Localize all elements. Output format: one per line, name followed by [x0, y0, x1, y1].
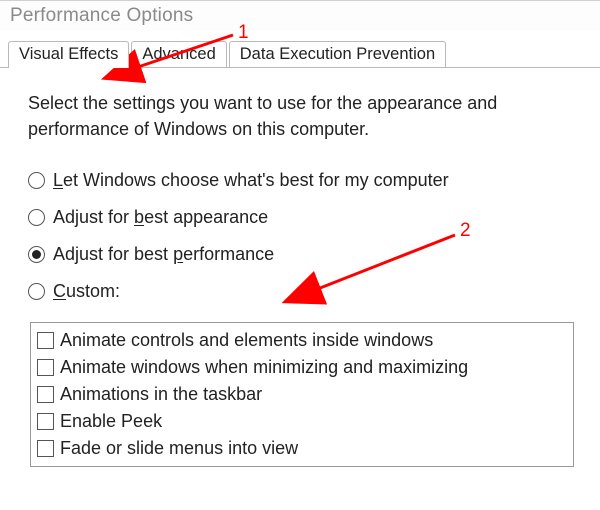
- tab-visual-effects[interactable]: Visual Effects: [8, 41, 129, 68]
- radio-best-performance[interactable]: Adjust for best performance: [28, 244, 584, 265]
- radio-label: Let Windows choose what's best for my co…: [53, 170, 449, 191]
- checkbox-icon: [37, 440, 54, 457]
- radio-let-windows-choose[interactable]: Let Windows choose what's best for my co…: [28, 170, 584, 191]
- radio-label: Custom:: [53, 281, 120, 302]
- list-item-label: Animate controls and elements inside win…: [60, 327, 433, 354]
- tab-panel-visual-effects: Select the settings you want to use for …: [0, 68, 600, 467]
- checkbox-icon: [37, 332, 54, 349]
- window-title: Performance Options: [0, 0, 600, 32]
- list-item[interactable]: Animations in the taskbar: [37, 381, 573, 408]
- radio-icon: [28, 172, 45, 189]
- list-item[interactable]: Animate controls and elements inside win…: [37, 327, 573, 354]
- tabstrip: Visual Effects Advanced Data Execution P…: [0, 38, 600, 68]
- radio-icon: [28, 283, 45, 300]
- list-item-label: Fade or slide menus into view: [60, 435, 298, 462]
- list-item[interactable]: Animate windows when minimizing and maxi…: [37, 354, 573, 381]
- list-item-label: Animations in the taskbar: [60, 381, 262, 408]
- checkbox-icon: [37, 359, 54, 376]
- checkbox-icon: [37, 386, 54, 403]
- tab-advanced[interactable]: Advanced: [131, 41, 226, 67]
- list-item[interactable]: Fade or slide menus into view: [37, 435, 573, 462]
- list-item-label: Enable Peek: [60, 408, 162, 435]
- description-text: Select the settings you want to use for …: [28, 90, 568, 142]
- radio-custom[interactable]: Custom:: [28, 281, 584, 302]
- radio-icon: [28, 209, 45, 226]
- tab-data-execution-prevention[interactable]: Data Execution Prevention: [229, 41, 446, 67]
- checkbox-icon: [37, 413, 54, 430]
- visual-effects-radio-group: Let Windows choose what's best for my co…: [28, 170, 584, 302]
- radio-label: Adjust for best performance: [53, 244, 274, 265]
- radio-icon-selected: [28, 246, 45, 263]
- effects-list[interactable]: Animate controls and elements inside win…: [30, 322, 574, 467]
- radio-best-appearance[interactable]: Adjust for best appearance: [28, 207, 584, 228]
- list-item-label: Animate windows when minimizing and maxi…: [60, 354, 468, 381]
- list-item[interactable]: Enable Peek: [37, 408, 573, 435]
- radio-label: Adjust for best appearance: [53, 207, 268, 228]
